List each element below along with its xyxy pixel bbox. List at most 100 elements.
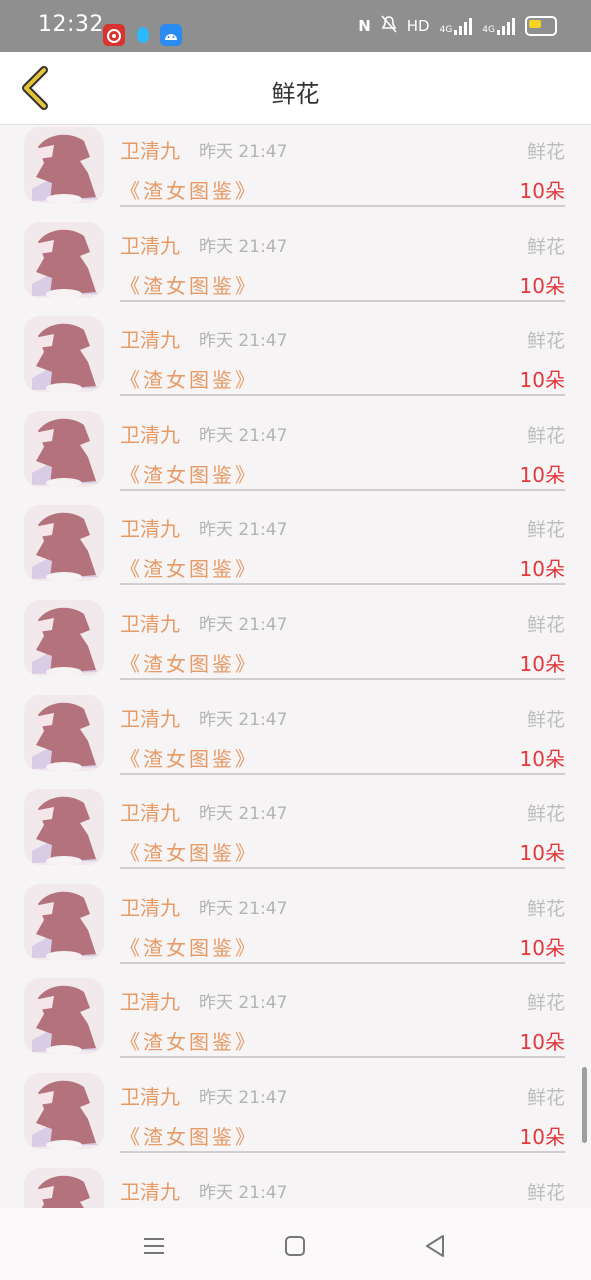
book-title[interactable]: 《渣女图鉴》 [120,1121,258,1150]
list-item[interactable]: 卫清九昨天 21:47 鲜花《渣女图鉴》 10朵 [0,882,591,977]
flower-count: 10朵 [519,462,565,487]
list-item[interactable]: 卫清九昨天 21:47 鲜花《渣女图鉴》 10朵 [0,598,591,693]
sender-name[interactable]: 卫清九 [120,703,180,732]
sender-name[interactable]: 卫清九 [120,230,180,259]
mute-bell-icon [381,15,397,37]
send-time: 昨天 21:47 [199,520,288,541]
send-time: 昨天 21:47 [199,236,288,257]
gift-type: 鲜花 [526,897,565,920]
avatar[interactable] [24,316,104,393]
list-item[interactable]: 卫清九昨天 21:47鲜花《渣女图鉴》10朵 [0,125,591,220]
book-title[interactable]: 《渣女图鉴》 [120,1026,258,1055]
avatar[interactable] [24,505,104,582]
list-item[interactable]: 卫清九昨天 21:47鲜花《渣女图鉴》10朵 [0,503,591,598]
book-title[interactable]: 《渣女图鉴》 [120,459,258,488]
book-title[interactable]: 《渣女图鉴》 [120,175,258,204]
sender-name[interactable]: 卫清九 [120,419,180,448]
scrollbar[interactable] [582,1067,587,1143]
flower-count: 10朵 [519,746,565,771]
divider [120,772,565,775]
avatar[interactable] [24,883,104,960]
flower-count: 10朵 [519,935,565,960]
gift-type: 鲜花 [526,519,565,542]
divider [120,1056,565,1059]
flower-count: 10朵 [519,273,565,298]
list-item[interactable]: 卫清九昨天 21:47 鲜花《渣女图鉴》 10朵 [0,976,591,1071]
flower-count: 10朵 [519,368,565,393]
status-time: 12:32 [38,12,104,37]
divider [120,488,565,491]
avatar[interactable] [24,978,104,1055]
sender-name[interactable]: 卫清九 [120,1081,180,1110]
nfc-icon: N [358,17,371,35]
list-item[interactable]: 卫清九昨天 21:47 鲜花《渣女图鉴》 10朵 [0,1071,591,1166]
send-time: 昨天 21:47 [199,1088,288,1108]
book-title[interactable]: 《渣女图鉴》 [120,553,258,582]
avatar[interactable] [24,221,104,298]
sender-name[interactable]: 卫清九 [120,797,180,826]
battery-icon [525,16,557,36]
book-title[interactable]: 《渣女图鉴》 [120,270,258,299]
sender-name[interactable]: 卫清九 [120,892,180,921]
avatar[interactable] [24,127,104,203]
list-item[interactable]: 卫清九昨天 21:47鲜花《渣女图鉴》10朵 [0,1166,591,1208]
avatar[interactable] [24,694,104,771]
divider [120,299,565,302]
send-time: 昨天 21:47 [199,615,288,635]
flower-count: 10朵 [519,1125,565,1149]
send-time: 昨天 21:47 [199,993,288,1014]
sender-name[interactable]: 卫清九 [120,1176,180,1205]
list-item[interactable]: 卫清九昨天 21:47 鲜花《渣女图鉴》 10朵 [0,314,591,409]
send-time: 昨天 21:47 [199,331,288,352]
flower-record-list[interactable]: 卫清九 昨天 21:47 鲜花 《渣女图鉴》 10朵 卫清九 昨天 21:47 鲜花 《渣女图鉴… [0,125,591,1208]
book-title[interactable]: 《渣女图鉴》 [120,932,258,961]
qq-icon [132,24,154,46]
book-title[interactable]: 《渣女图鉴》 [120,837,258,866]
sender-name[interactable]: 卫清九 [120,135,180,164]
gift-type: 鲜花 [526,1087,565,1109]
list-item[interactable]: 卫清九昨天 21:47鲜花《渣女图鉴》10朵 [0,409,591,504]
status-bar: 12:32 N HD 4G 4G [0,0,591,52]
book-title[interactable]: 《渣女图鉴》 [120,648,258,677]
status-indicators: N HD 4G 4G [358,14,557,38]
send-time: 昨天 21:47 [199,142,288,162]
back-nav-button[interactable] [417,1228,453,1264]
send-time: 昨天 21:47 [199,425,288,446]
avatar[interactable] [24,410,104,487]
gift-type: 鲜花 [526,614,565,636]
book-title[interactable]: 《渣女图鉴》 [120,743,258,772]
menu-button[interactable] [136,1228,172,1264]
sender-name[interactable]: 卫清九 [120,986,180,1015]
gift-type: 鲜花 [526,1181,565,1204]
avatar[interactable] [24,600,104,676]
sender-name[interactable]: 卫清九 [120,513,180,542]
page-title: 鲜花 [271,80,320,108]
gift-type: 鲜花 [526,992,565,1015]
list-item[interactable]: 卫清九昨天 21:47 鲜花《渣女图鉴》 10朵 [0,693,591,788]
sender-name[interactable]: 卫清九 [120,324,180,353]
list-item[interactable]: 卫清九昨天 21:47鲜花《渣女图鉴》10朵 [0,220,591,315]
book-title[interactable]: 《渣女图鉴》 [120,364,258,393]
send-time: 昨天 21:47 [199,804,288,825]
hd-label: HD [406,17,430,35]
avatar[interactable] [24,1167,104,1208]
signal-1-icon: 4G [440,17,473,35]
gift-type: 鲜花 [526,141,565,163]
send-time: 昨天 21:47 [199,709,288,730]
list-item[interactable]: 卫清九昨天 21:47鲜花《渣女图鉴》10朵 [0,787,591,882]
home-button[interactable] [277,1228,313,1264]
signal-2-label: 4G [482,25,495,35]
send-time: 昨天 21:47 [199,898,288,919]
sender-name[interactable]: 卫清九 [120,608,180,637]
flower-count: 10朵 [519,1030,565,1055]
gift-type: 鲜花 [526,330,565,353]
send-time: 昨天 21:47 [199,1182,288,1203]
system-nav-bar [0,1208,591,1280]
flower-count: 10朵 [519,652,565,676]
back-triangle-icon [426,1235,444,1257]
avatar[interactable] [24,789,104,866]
divider [120,678,565,680]
divider [120,867,565,870]
avatar[interactable] [24,1073,104,1149]
gift-type: 鲜花 [526,708,565,731]
